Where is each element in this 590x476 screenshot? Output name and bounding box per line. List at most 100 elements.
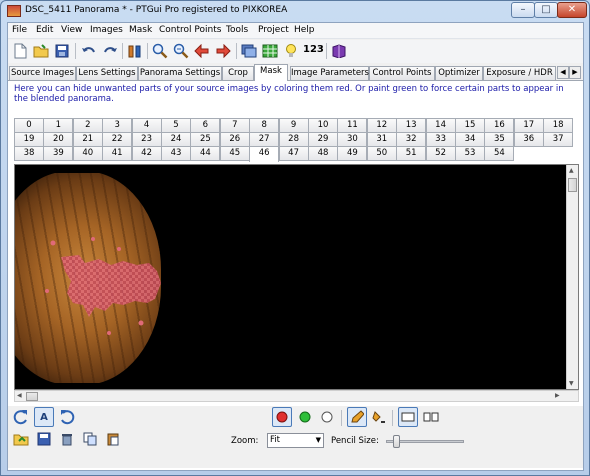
image-tab-12[interactable]: 12 bbox=[366, 118, 397, 133]
numbers-label[interactable]: 123 bbox=[303, 44, 324, 55]
image-tab-39[interactable]: 39 bbox=[43, 146, 74, 161]
fill-tool-icon[interactable] bbox=[370, 408, 388, 426]
menu-file[interactable]: File bbox=[12, 25, 27, 35]
image-tab-28[interactable]: 28 bbox=[278, 132, 309, 147]
menu-edit[interactable]: Edit bbox=[36, 25, 53, 35]
image-tab-15[interactable]: 15 bbox=[455, 118, 485, 133]
image-tab-52[interactable]: 52 bbox=[425, 146, 456, 161]
image-tab-54[interactable]: 54 bbox=[484, 146, 515, 161]
next-icon[interactable] bbox=[214, 42, 232, 60]
vertical-scroll-thumb[interactable] bbox=[568, 178, 577, 192]
close-button[interactable]: ✕ bbox=[557, 2, 587, 18]
menu-project[interactable]: Project bbox=[258, 25, 289, 35]
vertical-scrollbar[interactable]: ▲ ▼ bbox=[566, 165, 578, 389]
scroll-up-icon[interactable]: ▲ bbox=[569, 167, 574, 174]
delete-mask-icon[interactable] bbox=[58, 430, 76, 448]
panorama-editor-icon[interactable] bbox=[240, 42, 258, 60]
image-tab-18[interactable]: 18 bbox=[543, 118, 574, 133]
image-tab-41[interactable]: 41 bbox=[102, 146, 133, 161]
clear-paint-button[interactable] bbox=[318, 408, 336, 426]
image-tab-33[interactable]: 33 bbox=[425, 132, 456, 147]
tab-scroll-right-icon[interactable]: ▶ bbox=[569, 66, 581, 79]
image-tab-14[interactable]: 14 bbox=[425, 118, 456, 133]
image-tab-32[interactable]: 32 bbox=[396, 132, 427, 147]
image-tab-40[interactable]: 40 bbox=[72, 146, 103, 161]
save-icon[interactable] bbox=[53, 42, 71, 60]
image-tab-3[interactable]: 3 bbox=[102, 118, 133, 133]
image-tab-49[interactable]: 49 bbox=[337, 146, 368, 161]
scroll-down-icon[interactable]: ▼ bbox=[569, 380, 574, 387]
open-project-icon[interactable] bbox=[32, 42, 50, 60]
table-icon[interactable] bbox=[261, 42, 279, 60]
title-bar[interactable]: DSC_5411 Panorama * - PTGui Pro register… bbox=[1, 1, 589, 21]
image-tab-53[interactable]: 53 bbox=[455, 146, 485, 161]
image-tab-24[interactable]: 24 bbox=[161, 132, 191, 147]
settings-icon[interactable] bbox=[126, 42, 144, 60]
tab-crop[interactable]: Crop bbox=[222, 66, 254, 80]
zoom-in-icon[interactable] bbox=[151, 42, 169, 60]
tab-control-points[interactable]: Control Points bbox=[369, 66, 435, 80]
image-tab-0[interactable]: 0 bbox=[14, 118, 44, 133]
image-tab-42[interactable]: 42 bbox=[131, 146, 162, 161]
tab-exposure-hdr[interactable]: Exposure / HDR bbox=[483, 66, 556, 80]
image-tab-16[interactable]: 16 bbox=[484, 118, 515, 133]
copy-mask-icon[interactable] bbox=[81, 430, 99, 448]
tab-scroll-left-icon[interactable]: ◀ bbox=[557, 66, 569, 79]
image-tab-45[interactable]: 45 bbox=[219, 146, 250, 161]
image-tab-44[interactable]: 44 bbox=[190, 146, 221, 161]
zoom-out-icon[interactable] bbox=[172, 42, 190, 60]
save-mask-icon[interactable] bbox=[35, 430, 53, 448]
image-tab-2[interactable]: 2 bbox=[72, 118, 103, 133]
tab-mask[interactable]: Mask bbox=[254, 64, 288, 81]
menu-images[interactable]: Images bbox=[90, 25, 123, 35]
mask-canvas[interactable]: ▲ ▼ bbox=[14, 164, 579, 390]
tab-lens-settings[interactable]: Lens Settings bbox=[76, 66, 138, 80]
image-tab-26[interactable]: 26 bbox=[219, 132, 250, 147]
image-tab-38[interactable]: 38 bbox=[14, 146, 44, 161]
image-tab-34[interactable]: 34 bbox=[455, 132, 485, 147]
image-tab-19[interactable]: 19 bbox=[14, 132, 44, 147]
image-tab-43[interactable]: 43 bbox=[161, 146, 191, 161]
image-tab-11[interactable]: 11 bbox=[337, 118, 368, 133]
image-tab-22[interactable]: 22 bbox=[102, 132, 133, 147]
minimize-button[interactable]: – bbox=[511, 2, 535, 18]
tab-image-parameters[interactable]: Image Parameters bbox=[290, 66, 369, 80]
image-tab-27[interactable]: 27 bbox=[249, 132, 280, 147]
single-view-button[interactable] bbox=[398, 407, 418, 427]
image-tab-50[interactable]: 50 bbox=[366, 146, 397, 161]
image-tab-37[interactable]: 37 bbox=[543, 132, 574, 147]
redo-icon[interactable] bbox=[101, 42, 119, 60]
menu-view[interactable]: View bbox=[61, 25, 82, 35]
tab-optimizer[interactable]: Optimizer bbox=[435, 66, 483, 80]
image-tab-47[interactable]: 47 bbox=[278, 146, 309, 161]
menu-tools[interactable]: Tools bbox=[226, 25, 248, 35]
image-tab-30[interactable]: 30 bbox=[337, 132, 368, 147]
image-tab-20[interactable]: 20 bbox=[43, 132, 74, 147]
image-tab-7[interactable]: 7 bbox=[219, 118, 250, 133]
scroll-left-icon[interactable]: ◀ bbox=[17, 392, 22, 399]
image-tab-29[interactable]: 29 bbox=[308, 132, 338, 147]
tab-panorama-settings[interactable]: Panorama Settings bbox=[138, 66, 222, 80]
horizontal-scroll-thumb[interactable] bbox=[26, 392, 38, 401]
tips-icon[interactable] bbox=[282, 42, 300, 60]
paste-mask-icon[interactable] bbox=[104, 430, 122, 448]
zoom-select[interactable]: Fit ▼ bbox=[267, 433, 324, 448]
image-tab-17[interactable]: 17 bbox=[513, 118, 544, 133]
scroll-right-icon[interactable]: ▶ bbox=[555, 392, 560, 399]
new-project-icon[interactable] bbox=[11, 42, 29, 60]
horizontal-scrollbar[interactable]: ◀ ▶ bbox=[14, 390, 579, 402]
rotate-left-icon[interactable] bbox=[12, 408, 30, 426]
image-tab-21[interactable]: 21 bbox=[72, 132, 103, 147]
help-book-icon[interactable] bbox=[330, 42, 348, 60]
image-tab-9[interactable]: 9 bbox=[278, 118, 309, 133]
maximize-button[interactable]: □ bbox=[534, 2, 558, 18]
image-tab-35[interactable]: 35 bbox=[484, 132, 515, 147]
image-tab-31[interactable]: 31 bbox=[366, 132, 397, 147]
image-tab-6[interactable]: 6 bbox=[190, 118, 221, 133]
image-tab-51[interactable]: 51 bbox=[396, 146, 427, 161]
paint-red-button[interactable] bbox=[272, 407, 292, 427]
paint-green-button[interactable] bbox=[296, 408, 314, 426]
split-view-icon[interactable] bbox=[422, 408, 440, 426]
image-tab-10[interactable]: 10 bbox=[308, 118, 338, 133]
image-tab-4[interactable]: 4 bbox=[131, 118, 162, 133]
